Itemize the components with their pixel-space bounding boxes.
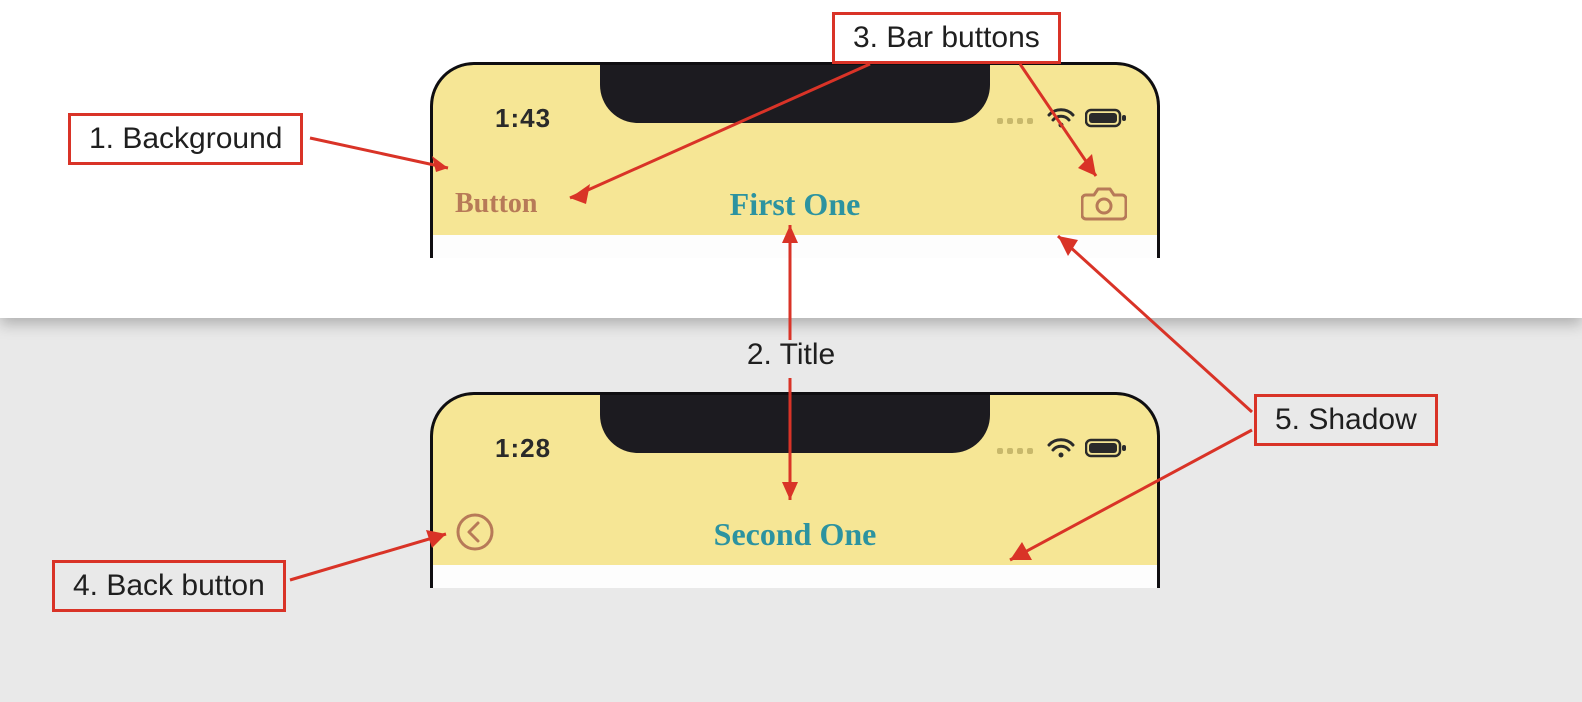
callout-bar-buttons: 3. Bar buttons	[832, 12, 1061, 64]
nav-bar-background: 1:43	[433, 65, 1157, 235]
content-area	[433, 235, 1157, 258]
back-chevron-icon[interactable]	[455, 512, 495, 557]
callout-title: 2. Title	[747, 338, 835, 372]
wifi-icon	[1047, 107, 1075, 134]
wifi-icon	[1047, 437, 1075, 464]
cellular-dots-icon	[997, 118, 1033, 124]
callout-shadow: 5. Shadow	[1254, 394, 1438, 446]
battery-icon	[1085, 107, 1127, 134]
device-notch	[600, 395, 990, 453]
cellular-dots-icon	[997, 448, 1033, 454]
nav-title: Second One	[714, 516, 877, 553]
camera-icon[interactable]	[1081, 183, 1127, 226]
status-time: 1:28	[495, 433, 551, 464]
callout-back-button: 4. Back button	[52, 560, 286, 612]
battery-icon	[1085, 437, 1127, 464]
status-time: 1:43	[495, 103, 551, 134]
nav-bar-background: 1:28	[433, 395, 1157, 565]
nav-left-button[interactable]: Button	[455, 188, 537, 220]
device-notch	[600, 65, 990, 123]
phone-mock-first: 1:43	[430, 62, 1160, 258]
content-area	[433, 565, 1157, 588]
callout-background: 1. Background	[68, 113, 303, 165]
phone-mock-second: 1:28	[430, 392, 1160, 588]
nav-title: First One	[730, 186, 861, 223]
